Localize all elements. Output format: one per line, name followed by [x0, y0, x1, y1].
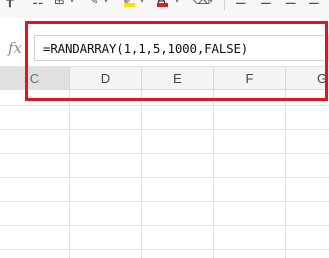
align-right-icon[interactable]: ☰ [285, 0, 297, 8]
cell-grid[interactable] [0, 90, 329, 258]
align-center-icon[interactable]: ☰ [260, 0, 272, 8]
column-header-g[interactable]: G [286, 67, 329, 90]
column-header-row: C D E F G [0, 66, 329, 90]
formula-input[interactable]: =RANDARRAY(1,1,5,1000,FALSE) [34, 35, 329, 61]
grid-column-line [141, 90, 142, 258]
highlight-caret-icon[interactable]: ▾ [140, 0, 144, 5]
grid-row-line [0, 105, 329, 106]
grid-column-line [213, 90, 214, 258]
cell-style-icon[interactable]: ☷ [32, 0, 44, 8]
formula-bar: fx =RANDARRAY(1,1,5,1000,FALSE) [0, 33, 329, 63]
align-justify-icon[interactable]: ☰ [308, 0, 320, 8]
clear-format-caret-icon[interactable]: ▾ [209, 0, 213, 5]
fx-icon[interactable]: fx [8, 39, 22, 57]
clear-format-icon[interactable]: ⌫ [192, 0, 210, 8]
column-header-d[interactable]: D [70, 67, 142, 90]
grid-row-line [0, 201, 329, 202]
grid-row-line [0, 225, 329, 226]
paint-format-icon[interactable]: ✎ [88, 0, 99, 8]
grid-column-line [285, 90, 286, 258]
grid-row-line [0, 153, 329, 154]
formula-text: =RANDARRAY(1,1,5,1000,FALSE) [43, 41, 249, 56]
column-header-e[interactable]: E [142, 67, 214, 90]
font-color-caret-icon[interactable]: ▾ [175, 0, 179, 5]
border-icon[interactable]: ┳ [6, 0, 14, 8]
table-caret-icon[interactable]: ▾ [70, 0, 74, 5]
align-left-icon[interactable]: ☰ [235, 0, 247, 8]
font-color-bar [157, 3, 168, 7]
toolbar-separator [224, 0, 225, 10]
table-icon[interactable]: ⊞ [54, 0, 65, 8]
column-header-c[interactable]: C [0, 67, 70, 90]
highlight-color-bar [124, 3, 135, 7]
paint-format-caret-icon[interactable]: ▾ [104, 0, 108, 5]
grid-row-line [0, 249, 329, 250]
grid-column-line [69, 90, 70, 258]
column-header-f[interactable]: F [214, 67, 286, 90]
grid-row-line [0, 129, 329, 130]
toolbar: ┳ ☷ ⊞ ▾ ✎ ▾ ✐ ▾ A ▾ ⌫ ▾ ☰ ☰ ☰ ☰ [0, 0, 329, 18]
grid-row-line [0, 177, 329, 178]
